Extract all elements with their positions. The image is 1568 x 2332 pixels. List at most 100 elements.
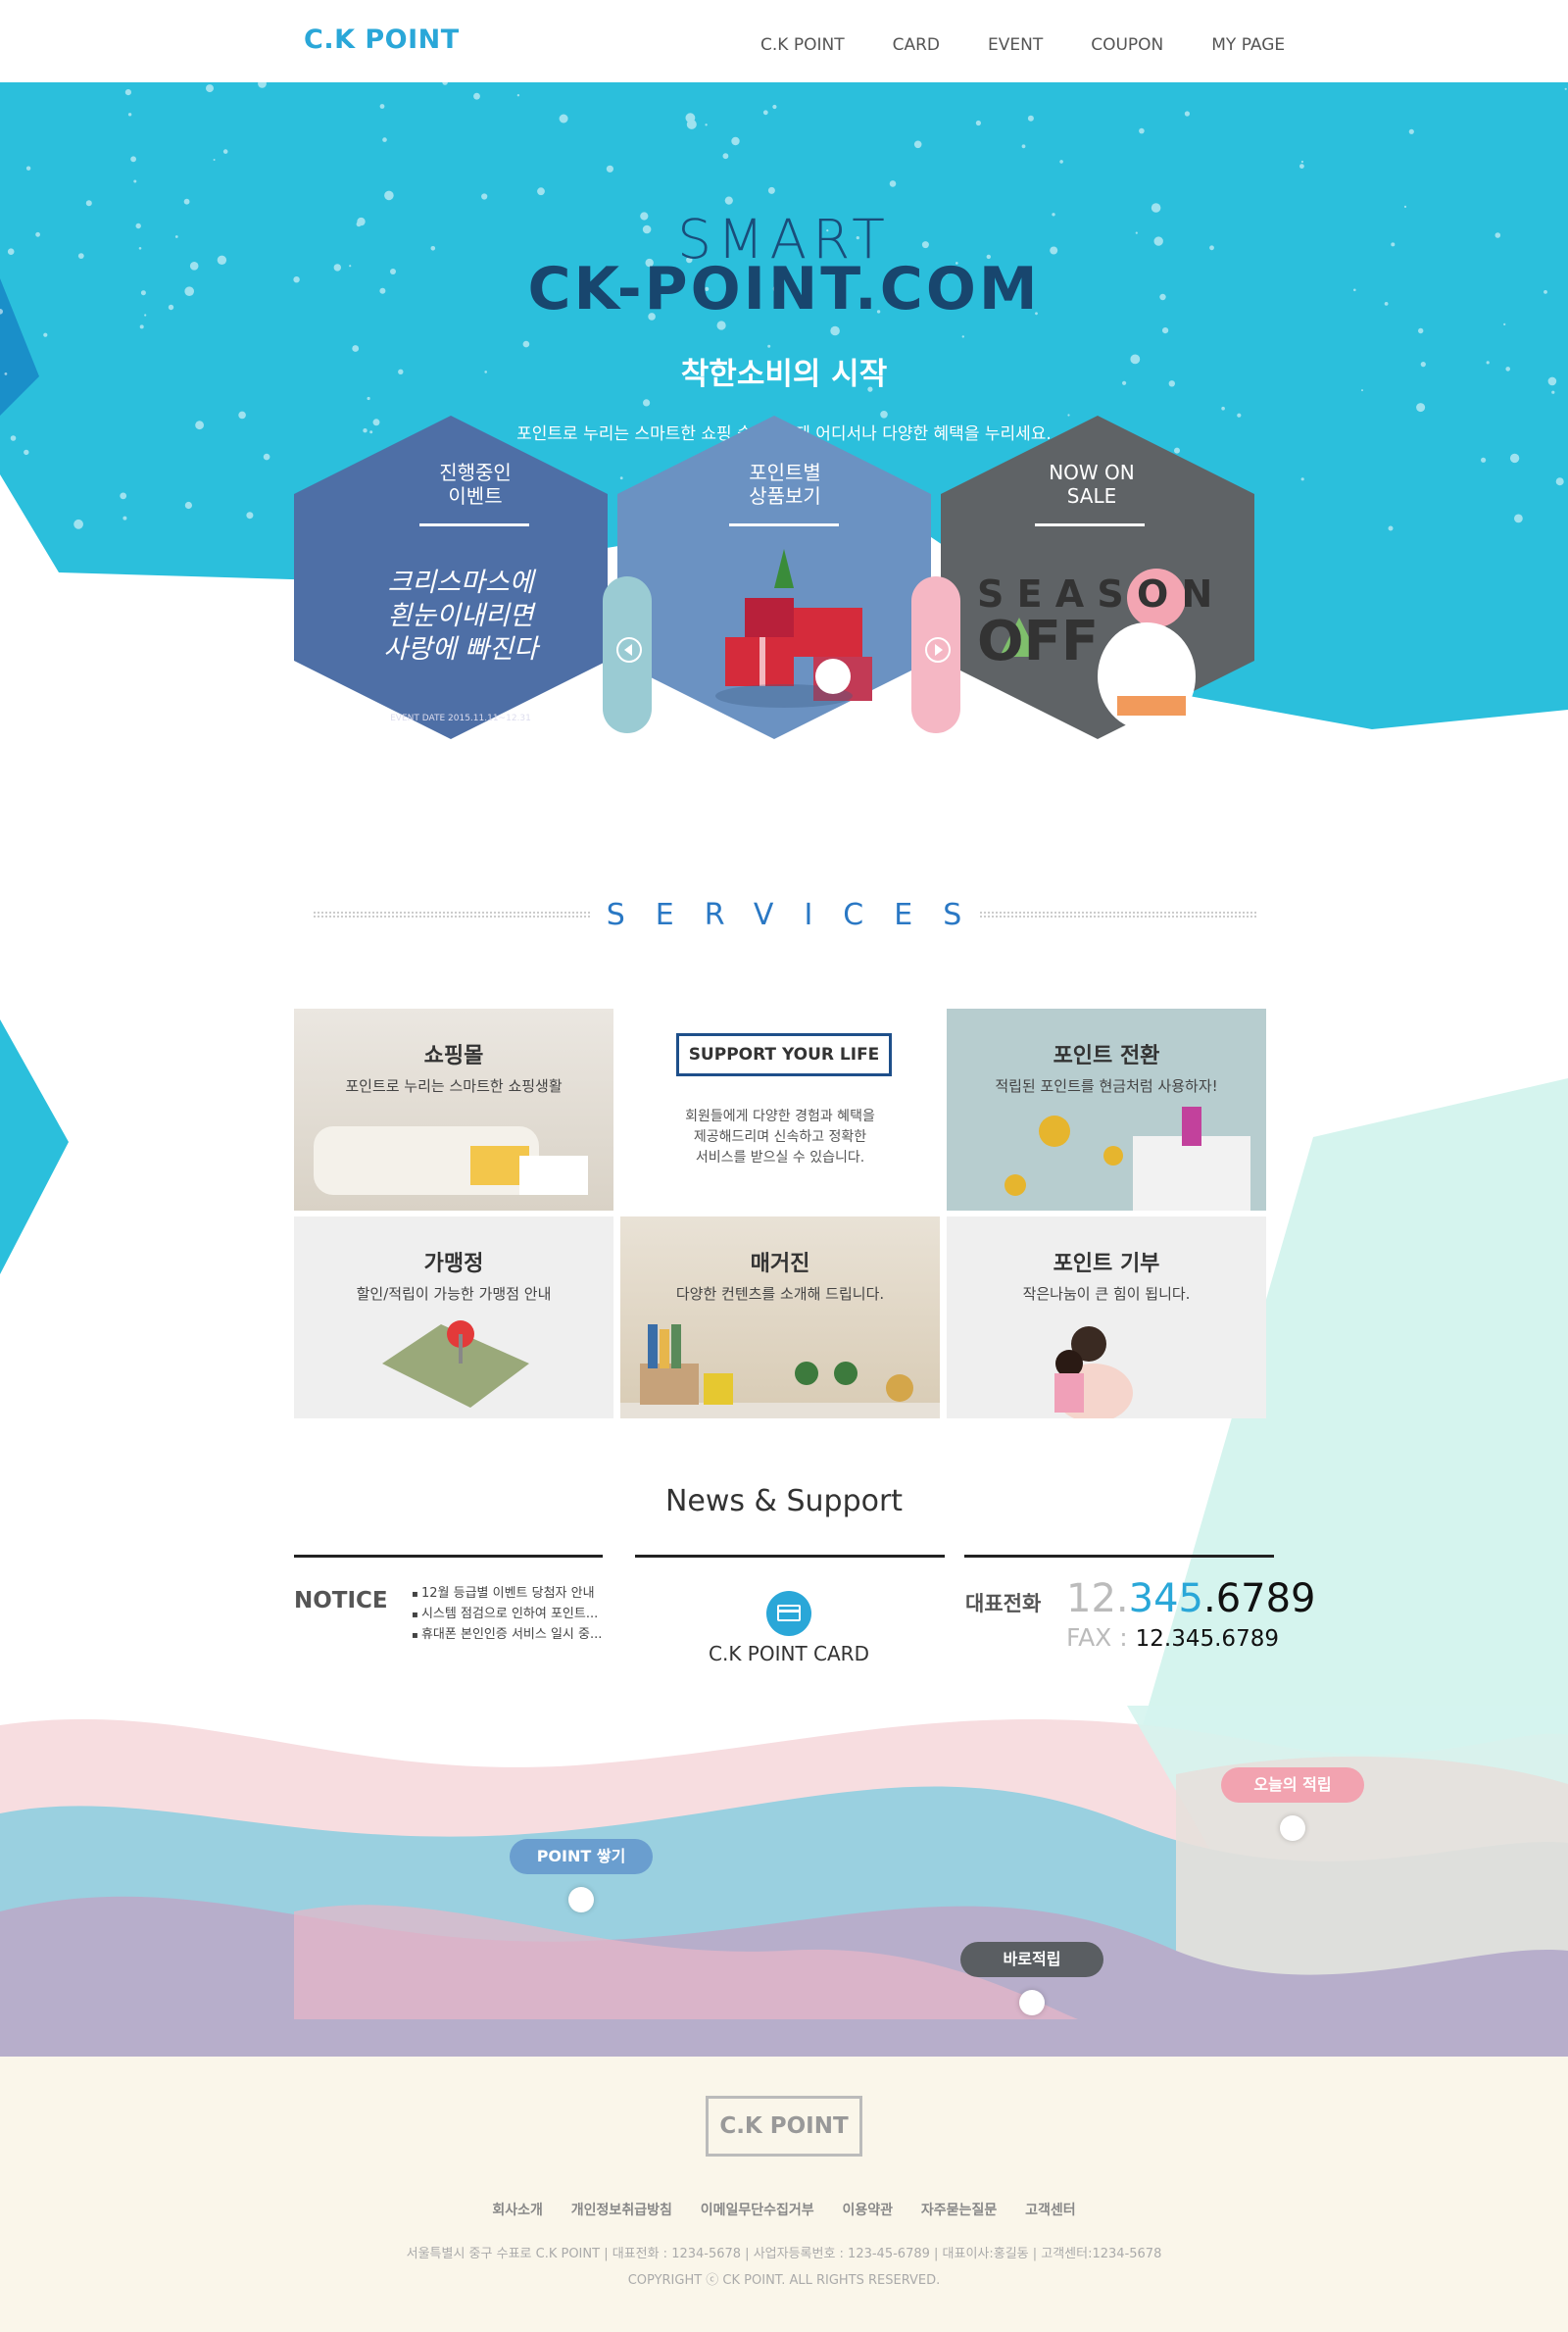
footer-logo[interactable]: C.K POINT — [706, 2096, 862, 2157]
sparkle — [24, 449, 29, 456]
footer-link-no-email[interactable]: 이메일무단수집거부 — [701, 2203, 814, 2218]
hex-event-arrow[interactable] — [431, 749, 514, 750]
sparkle — [961, 335, 964, 338]
main-menu: C.K POINT CARD EVENT COUPON MY PAGE — [760, 35, 1333, 55]
page: C.K POINT C.K POINT CARD EVENT COUPON MY… — [0, 0, 1568, 2332]
sparkle — [1388, 525, 1394, 531]
sparkle — [762, 110, 768, 116]
hero-headline: 착한소비의 시작 — [680, 357, 888, 392]
sparkle — [975, 120, 982, 126]
fax-number: FAX : 12.345.6789 — [1066, 1623, 1279, 1652]
service-tile-franchise[interactable]: 가맹정 할인/적립이 가능한 가맹점 안내 — [294, 1216, 613, 1418]
tile-point-exchange-desc: 적립된 포인트를 현금처럼 사용하자! — [995, 1077, 1218, 1095]
sparkle — [222, 149, 228, 154]
hex-event-date: EVENT DATE 2015.11.11~12.31 — [390, 714, 531, 723]
hex-event-artwork: 크리스마스에 흰눈이내리면 사랑에 빠진다 — [383, 568, 538, 665]
card-icon[interactable] — [766, 1591, 811, 1636]
sparkle — [1299, 164, 1304, 169]
tile-shopping-desc: 포인트로 누리는 스마트한 쇼핑생활 — [345, 1077, 563, 1095]
tile-shopping-title: 쇼핑몰 — [423, 1044, 484, 1068]
sparkle — [767, 186, 775, 194]
sparkle — [43, 332, 48, 337]
footer-link-about[interactable]: 회사소개 — [492, 2203, 543, 2218]
sparkle — [1481, 457, 1487, 463]
sparkle — [74, 519, 83, 529]
point-collect-bubble[interactable]: POINT 쌓기 — [510, 1839, 653, 1874]
service-tile-donation[interactable]: 포인트 기부 작은나눔이 큰 힘이 됩니다. — [947, 1216, 1266, 1418]
direct-earn-bubble[interactable]: 바로적립 — [960, 1942, 1103, 1977]
menu-item-event[interactable]: EVENT — [988, 35, 1043, 55]
sparkle — [473, 92, 480, 100]
footer-copyright: COPYRIGHT ⓒ CK POINT. ALL RIGHTS RESERVE… — [627, 2273, 941, 2288]
footer-link-terms[interactable]: 이용약관 — [843, 2203, 894, 2218]
sparkle — [1509, 453, 1520, 464]
site-logo[interactable]: C.K POINT — [304, 25, 460, 55]
sparkle — [1027, 115, 1034, 122]
tel-top-line — [964, 1555, 1274, 1558]
hex-sale-divider — [1035, 523, 1145, 526]
sparkle — [25, 166, 31, 171]
footer-link-support[interactable]: 고객센터 — [1025, 2203, 1076, 2218]
service-tile-point-exchange[interactable]: 포인트 전환 적립된 포인트를 현금처럼 사용하자! — [947, 1009, 1266, 1211]
sparkle — [643, 399, 651, 407]
tile-franchise-desc: 할인/적립이 가능한 가맹점 안내 — [356, 1285, 552, 1303]
sparkle — [139, 324, 144, 329]
sparkle — [1139, 127, 1145, 134]
sparkle — [122, 516, 127, 521]
hex-event-label[interactable]: 진행중인 이벤트 — [412, 461, 539, 508]
service-tile-shopping[interactable]: 쇼핑몰 포인트로 누리는 스마트한 쇼핑생활 — [294, 1009, 613, 1211]
footer-link-faq[interactable]: 자주묻는질문 — [921, 2203, 997, 2218]
sparkle — [184, 501, 192, 510]
sparkle — [120, 492, 127, 500]
card-top-line — [635, 1555, 945, 1558]
point-collect-dot[interactable] — [568, 1887, 594, 1912]
sparkle — [1418, 327, 1424, 334]
service-tile-magazine[interactable]: 매거진 다양한 컨텐츠를 소개해 드립니다. — [620, 1216, 940, 1418]
sparkle — [889, 180, 897, 187]
sparkle — [1184, 111, 1190, 117]
notice-list: 12월 등급별 이벤트 당첨자 안내 시스템 점검으로 인하여 포인트... 휴… — [412, 1584, 602, 1646]
today-earn-bubble[interactable]: 오늘의 적립 — [1221, 1767, 1364, 1803]
sparkle — [384, 190, 394, 201]
sparkle — [722, 153, 729, 160]
tel-label: 대표전화 — [965, 1592, 1042, 1615]
sparkle — [238, 411, 246, 420]
direct-earn-dot[interactable] — [1019, 1990, 1045, 2015]
ck-point-card-link[interactable]: C.K POINT CARD — [637, 1642, 941, 1665]
sparkle — [705, 124, 708, 126]
hero-domain-text: CK-POINT.COM — [527, 255, 1041, 323]
hex-products-divider — [729, 523, 839, 526]
menu-item-ck-point[interactable]: C.K POINT — [760, 35, 845, 55]
footer: C.K POINT 회사소개 개인정보취급방침 이메일무단수집거부 이용약관 자… — [0, 2057, 1568, 2332]
sparkle — [1564, 87, 1567, 90]
menu-item-coupon[interactable]: COUPON — [1091, 35, 1163, 55]
sparkle — [685, 113, 696, 124]
sparkle — [367, 396, 370, 401]
hex-sale-label[interactable]: NOW ON SALE — [1028, 461, 1155, 508]
hex-sale-off: OFF — [977, 610, 1100, 673]
sparkle — [1221, 406, 1225, 411]
tile-magazine-title: 매거진 — [750, 1252, 810, 1276]
notice-label: NOTICE — [294, 1588, 388, 1613]
hex-event-divider — [419, 523, 529, 526]
sparkle — [133, 179, 137, 183]
sparkle — [516, 94, 520, 97]
sparkle — [1416, 403, 1426, 413]
sparkle — [1162, 327, 1169, 334]
menu-item-card[interactable]: CARD — [893, 35, 940, 55]
footer-link-privacy[interactable]: 개인정보취급방침 — [571, 2203, 672, 2218]
notice-item[interactable]: 시스템 점검으로 인하여 포인트... — [412, 1605, 602, 1625]
notice-item[interactable]: 12월 등급별 이벤트 당첨자 안내 — [412, 1584, 602, 1605]
sparkle — [724, 196, 733, 205]
sparkle — [731, 136, 740, 146]
sparkle — [1503, 323, 1506, 325]
hex-products-label[interactable]: 포인트별 상품보기 — [721, 461, 849, 508]
sparkle — [559, 114, 568, 124]
menu-item-my-page[interactable]: MY PAGE — [1211, 35, 1285, 55]
sparkle — [537, 187, 545, 196]
footer-address: 서울특별시 중구 수표로 C.K POINT | 대표전화 : 1234-567… — [406, 2247, 1162, 2261]
today-earn-dot[interactable] — [1280, 1815, 1305, 1841]
sparkle — [2, 539, 10, 547]
notice-item[interactable]: 휴대폰 본인인증 서비스 일시 중... — [412, 1625, 602, 1646]
sparkle — [1021, 144, 1026, 149]
